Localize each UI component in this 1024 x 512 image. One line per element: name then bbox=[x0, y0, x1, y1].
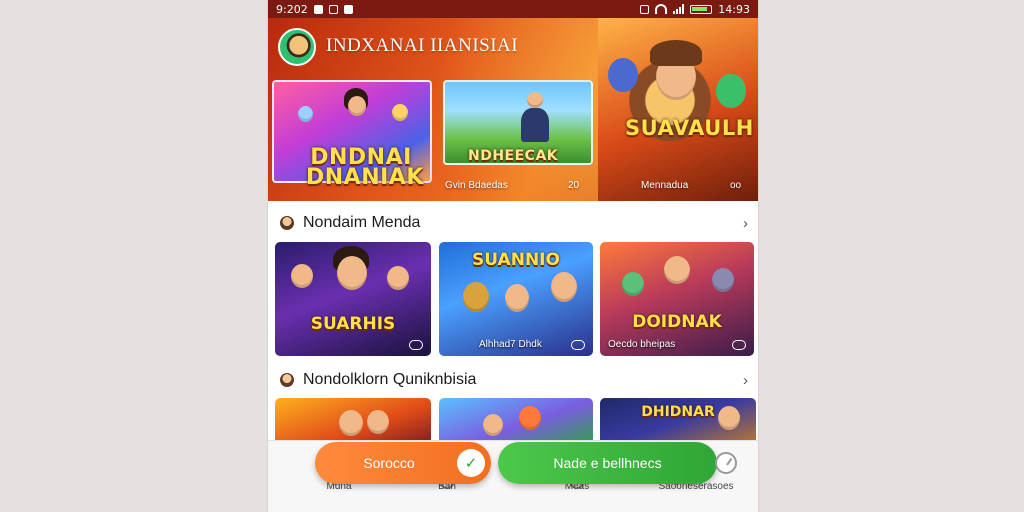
status-bar: 9:202 14:93 bbox=[268, 0, 758, 18]
character-art bbox=[387, 266, 409, 290]
tile-title: SUARHIS bbox=[310, 314, 396, 334]
bluetooth-icon bbox=[640, 4, 650, 14]
game-tile[interactable]: DHIDNAR bbox=[600, 398, 756, 446]
character-art bbox=[622, 272, 644, 296]
secondary-action-label: Nade e bellhnecs bbox=[553, 455, 662, 471]
character-art bbox=[712, 268, 734, 292]
controller-icon bbox=[732, 340, 746, 350]
character-art bbox=[551, 272, 577, 302]
hero-caption: 20 bbox=[568, 180, 580, 191]
character-art bbox=[298, 106, 313, 122]
tile-title: SUANNIO bbox=[472, 250, 560, 270]
hero-badge-title-1: DNDNAI DNANIAK bbox=[306, 145, 424, 190]
clock-icon[interactable] bbox=[715, 452, 737, 474]
character-art bbox=[608, 58, 638, 92]
primary-action-label: Sorocco bbox=[363, 455, 415, 471]
game-tile[interactable]: SUANNIO Alhhad7 Dhdk bbox=[439, 242, 593, 356]
tile-caption: Oecdo bheipas bbox=[608, 339, 676, 350]
character-art bbox=[337, 256, 367, 290]
notification-icon bbox=[343, 4, 353, 14]
character-art bbox=[650, 40, 702, 66]
character-art bbox=[664, 256, 690, 284]
game-tile[interactable]: DOIDNAK Oecdo bheipas bbox=[600, 242, 754, 356]
game-tile[interactable] bbox=[439, 398, 593, 446]
phone-screen: 9:202 14:93 INDXANAI IIANISIAI DNDNAI DN… bbox=[268, 0, 758, 512]
controller-icon bbox=[571, 340, 585, 350]
notification-icon bbox=[328, 4, 338, 14]
character-art bbox=[291, 264, 313, 288]
character-art bbox=[339, 410, 363, 436]
chevron-right-icon[interactable]: › bbox=[743, 215, 748, 232]
section-avatar-icon bbox=[280, 373, 294, 387]
controller-icon bbox=[409, 340, 423, 350]
character-art bbox=[521, 108, 549, 142]
character-art bbox=[367, 410, 389, 434]
character-art bbox=[483, 414, 503, 436]
hero-featured-game[interactable] bbox=[598, 18, 758, 201]
hero-badge-title-2: NDHEECAK bbox=[468, 148, 559, 164]
hero-caption: oo bbox=[730, 180, 742, 191]
section-avatar-icon bbox=[280, 216, 294, 230]
character-art bbox=[505, 284, 529, 312]
character-art bbox=[527, 92, 543, 108]
app-logo[interactable] bbox=[278, 28, 316, 66]
character-art bbox=[716, 74, 746, 108]
status-time-right: 14:93 bbox=[718, 2, 750, 16]
character-art bbox=[519, 406, 541, 430]
section-title: Nondolklorn Quniknbisia bbox=[303, 371, 477, 388]
hero-banner: INDXANAI IIANISIAI DNDNAI DNANIAK NDHEEC… bbox=[268, 18, 758, 201]
hero-badge-title-3: SUAVAULH bbox=[625, 116, 754, 140]
hero-caption: Gvin Bdaedas bbox=[445, 180, 508, 191]
tile-title: DOIDNAK bbox=[632, 312, 722, 332]
tile-caption: Alhhad7 Dhdk bbox=[479, 339, 542, 350]
primary-action-button[interactable]: Sorocco ✓ bbox=[315, 442, 491, 484]
game-tile[interactable] bbox=[275, 398, 431, 446]
section-header-1[interactable]: Nondaim Menda › bbox=[280, 213, 748, 233]
battery-icon bbox=[690, 4, 713, 14]
signal-icon bbox=[673, 4, 685, 14]
section-title: Nondaim Menda bbox=[303, 214, 421, 231]
character-art bbox=[348, 96, 366, 116]
character-art bbox=[718, 406, 740, 430]
wifi-icon bbox=[655, 4, 668, 14]
game-tile[interactable]: SUARHIS bbox=[275, 242, 431, 356]
hero-caption: Mennadua bbox=[641, 180, 689, 191]
character-art bbox=[392, 104, 408, 121]
notification-icon bbox=[313, 4, 323, 14]
section-header-2[interactable]: Nondolklorn Quniknbisia › bbox=[280, 370, 748, 390]
leaf-icon: ✓ bbox=[457, 449, 485, 477]
chevron-right-icon[interactable]: › bbox=[743, 372, 748, 389]
secondary-action-button[interactable]: Nade e bellhnecs bbox=[498, 442, 717, 484]
character-art bbox=[463, 282, 489, 312]
app-title: INDXANAI IIANISIAI bbox=[326, 35, 519, 56]
status-time-left: 9:202 bbox=[276, 2, 308, 16]
